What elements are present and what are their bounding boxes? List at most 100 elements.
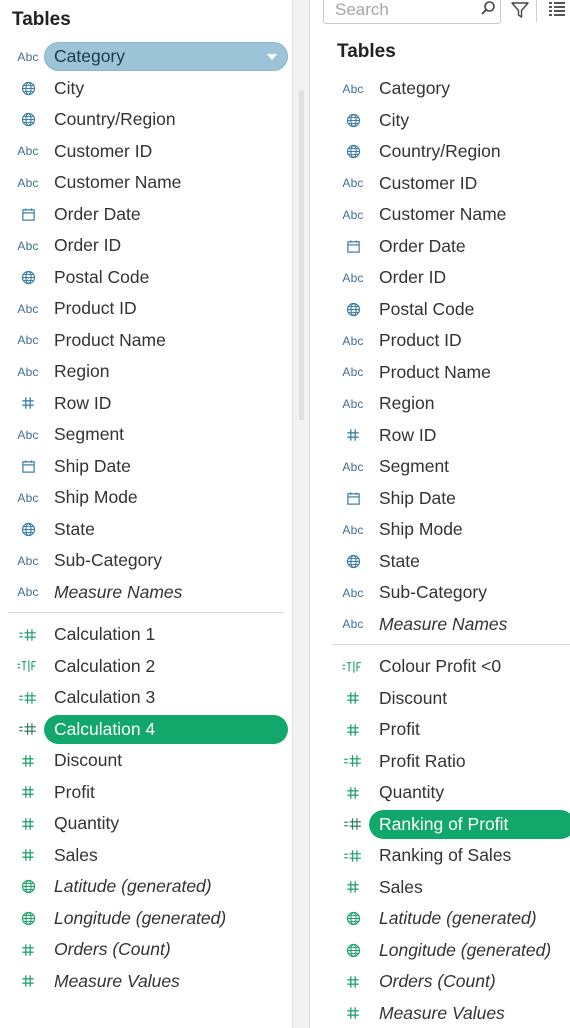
field-sub-category[interactable]: Abc Sub-Category bbox=[322, 577, 570, 609]
field-city[interactable]: City bbox=[0, 73, 292, 105]
field-segment[interactable]: Abc Segment bbox=[0, 419, 292, 451]
hash-measure-icon bbox=[12, 808, 44, 840]
field-country-region[interactable]: Country/Region bbox=[0, 104, 292, 136]
field-customer-name[interactable]: Abc Customer Name bbox=[0, 167, 292, 199]
abc-string-icon: Abc bbox=[342, 459, 364, 474]
field-ranking-of-profit[interactable]: Ranking of Profit bbox=[322, 809, 570, 841]
field-row-id[interactable]: Row ID bbox=[0, 388, 292, 420]
globe-measure-icon bbox=[337, 935, 369, 967]
field-order-date[interactable]: Order Date bbox=[0, 199, 292, 231]
calc-number-icon bbox=[337, 809, 369, 841]
field-sales[interactable]: Sales bbox=[322, 872, 570, 904]
field-label: Profit Ratio bbox=[379, 750, 466, 771]
field-measure-names[interactable]: Abc Measure Names bbox=[0, 577, 292, 609]
field-ship-mode[interactable]: Abc Ship Mode bbox=[0, 482, 292, 514]
field-calculation-3[interactable]: Calculation 3 bbox=[0, 682, 292, 714]
field-measure-values[interactable]: Measure Values bbox=[0, 966, 292, 998]
field-longitude-generated[interactable]: Longitude (generated) bbox=[0, 903, 292, 935]
abc-string-icon: Abc bbox=[17, 49, 39, 64]
globe-measure-icon bbox=[12, 903, 44, 935]
field-longitude-generated[interactable]: Longitude (generated) bbox=[322, 935, 570, 967]
field-label: Quantity bbox=[379, 782, 445, 802]
field-category[interactable]: Abc Category bbox=[322, 73, 570, 105]
field-ship-date[interactable]: Ship Date bbox=[0, 451, 292, 483]
field-label: Longitude (generated) bbox=[54, 907, 227, 928]
field-label: City bbox=[54, 77, 85, 98]
field-order-id[interactable]: Abc Order ID bbox=[322, 262, 570, 294]
chevron-down-icon[interactable] bbox=[267, 54, 277, 60]
search-input[interactable] bbox=[333, 0, 477, 21]
search-icon[interactable] bbox=[480, 0, 496, 16]
field-ship-mode[interactable]: Abc Ship Mode bbox=[322, 514, 570, 546]
field-profit-ratio[interactable]: Profit Ratio bbox=[322, 746, 570, 778]
field-discount[interactable]: Discount bbox=[322, 683, 570, 715]
globe-icon bbox=[12, 104, 44, 136]
calc-number-icon bbox=[12, 619, 44, 651]
field-calculation-2[interactable]: Calculation 2 bbox=[0, 651, 292, 683]
field-state[interactable]: State bbox=[322, 546, 570, 578]
abc-string-icon: Abc bbox=[17, 427, 39, 442]
field-product-id[interactable]: Abc Product ID bbox=[0, 293, 292, 325]
field-profit[interactable]: Profit bbox=[0, 777, 292, 809]
field-latitude-generated[interactable]: Latitude (generated) bbox=[0, 871, 292, 903]
field-latitude-generated[interactable]: Latitude (generated) bbox=[322, 903, 570, 935]
field-city[interactable]: City bbox=[322, 105, 570, 137]
hash-measure-icon bbox=[337, 966, 369, 998]
field-customer-id[interactable]: Abc Customer ID bbox=[322, 168, 570, 200]
scrollbar-thumb[interactable] bbox=[299, 90, 304, 420]
tables-header: Tables bbox=[337, 41, 396, 62]
field-ranking-of-sales[interactable]: Ranking of Sales bbox=[322, 840, 570, 872]
field-orders-count[interactable]: Orders (Count) bbox=[322, 966, 570, 998]
field-calculation-4[interactable]: Calculation 4 bbox=[0, 714, 292, 746]
field-profit[interactable]: Profit bbox=[322, 714, 570, 746]
field-list: Abc Category City Country/Region Abc Customer… bbox=[0, 41, 292, 997]
field-label: Orders (Count) bbox=[54, 939, 171, 959]
field-sales[interactable]: Sales bbox=[0, 840, 292, 872]
field-customer-id[interactable]: Abc Customer ID bbox=[0, 136, 292, 168]
field-quantity[interactable]: Quantity bbox=[322, 777, 570, 809]
abc-string-icon: Abc bbox=[17, 490, 39, 505]
field-row-id[interactable]: Row ID bbox=[322, 420, 570, 452]
abc-string-icon: Abc bbox=[17, 301, 39, 316]
filter-icon[interactable] bbox=[510, 0, 530, 20]
field-colour-profit-0[interactable]: Colour Profit <0 bbox=[322, 651, 570, 683]
calendar-icon bbox=[12, 199, 44, 231]
field-label: Segment bbox=[379, 456, 450, 476]
field-country-region[interactable]: Country/Region bbox=[322, 136, 570, 168]
pane-divider[interactable] bbox=[292, 0, 310, 1028]
field-postal-code[interactable]: Postal Code bbox=[0, 262, 292, 294]
field-label: Calculation 3 bbox=[54, 687, 156, 707]
field-sub-category[interactable]: Abc Sub-Category bbox=[0, 545, 292, 577]
field-discount[interactable]: Discount bbox=[0, 745, 292, 777]
field-product-name[interactable]: Abc Product Name bbox=[0, 325, 292, 357]
field-product-id[interactable]: Abc Product ID bbox=[322, 325, 570, 357]
hash-measure-icon bbox=[337, 872, 369, 904]
field-label: Customer Name bbox=[54, 172, 182, 192]
field-measure-names[interactable]: Abc Measure Names bbox=[322, 609, 570, 641]
field-quantity[interactable]: Quantity bbox=[0, 808, 292, 840]
field-label: Sub-Category bbox=[54, 550, 162, 570]
field-ship-date[interactable]: Ship Date bbox=[322, 483, 570, 515]
toolbar-separator bbox=[536, 0, 537, 22]
field-label: Colour Profit <0 bbox=[379, 656, 502, 676]
field-measure-values[interactable]: Measure Values bbox=[322, 998, 570, 1028]
search-box[interactable] bbox=[323, 0, 501, 24]
field-segment[interactable]: Abc Segment bbox=[322, 451, 570, 483]
field-order-id[interactable]: Abc Order ID bbox=[0, 230, 292, 262]
field-product-name[interactable]: Abc Product Name bbox=[322, 357, 570, 389]
field-order-date[interactable]: Order Date bbox=[322, 231, 570, 263]
hash-icon bbox=[12, 388, 44, 420]
globe-icon bbox=[12, 514, 44, 546]
field-region[interactable]: Abc Region bbox=[0, 356, 292, 388]
field-category[interactable]: Abc Category bbox=[0, 41, 292, 73]
field-calculation-1[interactable]: Calculation 1 bbox=[0, 619, 292, 651]
field-label: Product Name bbox=[54, 329, 166, 350]
field-state[interactable]: State bbox=[0, 514, 292, 546]
globe-icon bbox=[337, 546, 369, 578]
field-orders-count[interactable]: Orders (Count) bbox=[0, 934, 292, 966]
field-region[interactable]: Abc Region bbox=[322, 388, 570, 420]
calendar-icon bbox=[337, 483, 369, 515]
field-postal-code[interactable]: Postal Code bbox=[322, 294, 570, 326]
field-customer-name[interactable]: Abc Customer Name bbox=[322, 199, 570, 231]
view-list-icon[interactable] bbox=[548, 0, 566, 18]
